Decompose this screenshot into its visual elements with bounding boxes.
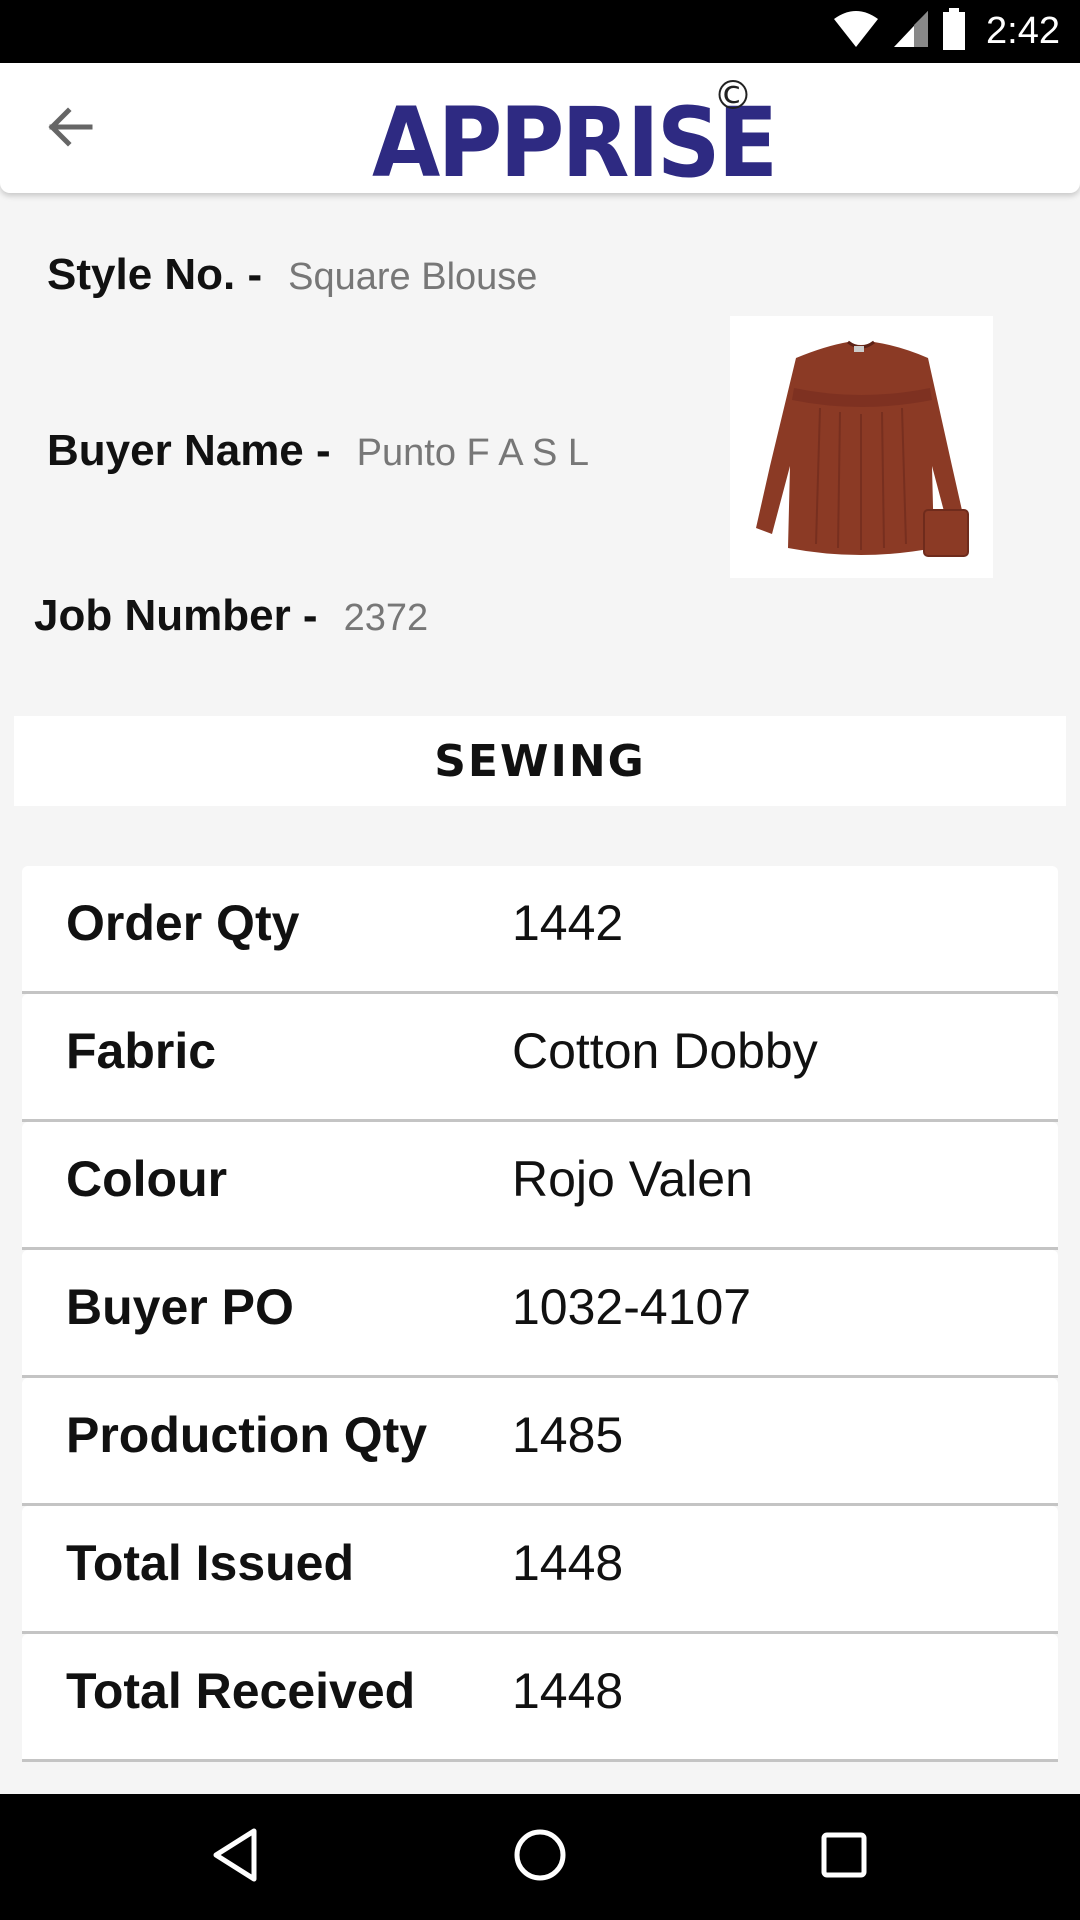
row-value: 1032-4107 [512, 1279, 752, 1335]
arrow-back-icon [46, 103, 94, 156]
nav-recents-button[interactable] [809, 1822, 879, 1892]
table-row: Total Issued 1448 [22, 1506, 1058, 1634]
row-label: Order Qty [66, 895, 300, 951]
buyer-value: Punto F A S L [356, 432, 590, 474]
table-row: Production Qty 1485 [22, 1378, 1058, 1506]
home-circle-icon [512, 1827, 568, 1888]
status-icons: 2:42 [832, 0, 1060, 63]
row-label: Fabric [66, 1023, 217, 1079]
nav-back-button[interactable] [200, 1822, 270, 1892]
row-label: Production Qty [66, 1407, 428, 1463]
back-triangle-icon [210, 1827, 260, 1888]
row-value: Rojo Valen [512, 1151, 753, 1207]
style-label: Style No. - [47, 250, 263, 299]
row-label: Colour [66, 1151, 228, 1207]
back-button[interactable] [40, 99, 100, 159]
navigation-bar [0, 1794, 1080, 1920]
table-row: Buyer PO 1032-4107 [22, 1250, 1058, 1378]
recents-square-icon [819, 1830, 869, 1885]
row-label: Buyer PO [66, 1279, 294, 1335]
status-bar: 2:42 [0, 0, 1080, 63]
style-line: Style No. - Square Blouse [47, 250, 537, 300]
buyer-line: Buyer Name - Punto F A S L [47, 426, 589, 476]
status-time: 2:42 [986, 10, 1060, 52]
row-value: 1442 [512, 895, 624, 951]
row-value: 1448 [512, 1535, 624, 1591]
job-value: 2372 [343, 597, 429, 639]
wifi-icon [832, 9, 880, 54]
section-header: SEWING [14, 716, 1066, 806]
row-label: Total Received [66, 1663, 416, 1719]
battery-icon [942, 8, 966, 55]
product-image [730, 316, 993, 578]
buyer-label: Buyer Name - [47, 426, 331, 475]
copyright-mark: © [713, 73, 753, 119]
table-row: Colour Rojo Valen [22, 1122, 1058, 1250]
row-value: 1485 [512, 1407, 624, 1463]
section-title: SEWING [434, 735, 646, 787]
style-value: Square Blouse [288, 256, 538, 298]
details-table: Order Qty 1442 Fabric Cotton Dobby Colou… [22, 866, 1058, 1762]
app-bar: APPRISE © [0, 63, 1080, 193]
row-value: 1448 [512, 1663, 624, 1719]
signal-icon [892, 9, 930, 54]
table-row: Total Received 1448 [22, 1634, 1058, 1762]
nav-home-button[interactable] [505, 1822, 575, 1892]
table-row: Fabric Cotton Dobby [22, 994, 1058, 1122]
table-row: Order Qty 1442 [22, 866, 1058, 994]
job-label: Job Number - [34, 591, 318, 640]
screen: 2:42 APPRISE © Style No. - Square Blouse… [0, 0, 1080, 1920]
job-line: Job Number - 2372 [34, 591, 428, 641]
row-label: Total Issued [66, 1535, 355, 1591]
row-value: Cotton Dobby [512, 1023, 818, 1079]
